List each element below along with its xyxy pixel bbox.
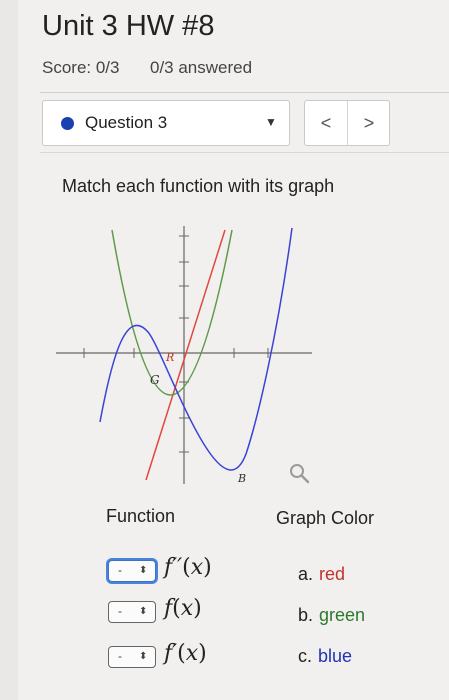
caret-down-icon: ▼ — [265, 115, 277, 129]
answered-text: 0/3 answered — [150, 58, 253, 77]
next-question-button[interactable]: > — [348, 101, 390, 145]
function-label-3: f′(x) — [164, 641, 207, 666]
score-text: Score: 0/3 — [42, 58, 120, 77]
left-edge — [0, 0, 18, 700]
question-select[interactable]: Question 3 ▼ — [42, 100, 290, 146]
blue-curve — [99, 227, 293, 471]
function-graph: R G B — [56, 226, 312, 485]
divider — [40, 92, 449, 93]
previous-question-button[interactable]: < — [305, 101, 348, 145]
color-option-b: b. green — [298, 605, 366, 625]
color-option-c: c. blue — [298, 646, 353, 666]
up-down-arrows-icon: ⬍ — [139, 565, 148, 576]
color-option-a: a. red — [298, 564, 346, 584]
answer-select-1[interactable]: - ⬍ — [108, 560, 156, 582]
curve-label-g: G — [150, 373, 160, 387]
green-curve — [111, 229, 233, 396]
axis-ticks — [83, 235, 269, 453]
function-column-header: Function — [106, 506, 176, 526]
divider — [40, 152, 449, 153]
question-status-dot — [61, 117, 74, 130]
function-label-1: f′′(x) — [164, 555, 212, 580]
graph-color-column-header: Graph Color — [276, 508, 375, 528]
magnify-icon[interactable] — [288, 462, 312, 486]
up-down-arrows-icon: ⬍ — [139, 606, 148, 617]
question-select-label: Question 3 — [85, 113, 168, 132]
red-curve — [145, 229, 226, 481]
question-nav: < > — [304, 100, 390, 146]
function-label-2: f(x) — [164, 596, 202, 621]
curve-label-r: R — [165, 351, 174, 364]
up-down-arrows-icon: ⬍ — [139, 651, 148, 662]
answer-select-2[interactable]: - ⬍ — [108, 601, 156, 623]
curve-label-b: B — [237, 472, 246, 485]
answer-select-3[interactable]: - ⬍ — [108, 646, 156, 668]
question-prompt: Match each function with its graph — [62, 176, 335, 196]
page-title: Unit 3 HW #8 — [42, 10, 215, 42]
